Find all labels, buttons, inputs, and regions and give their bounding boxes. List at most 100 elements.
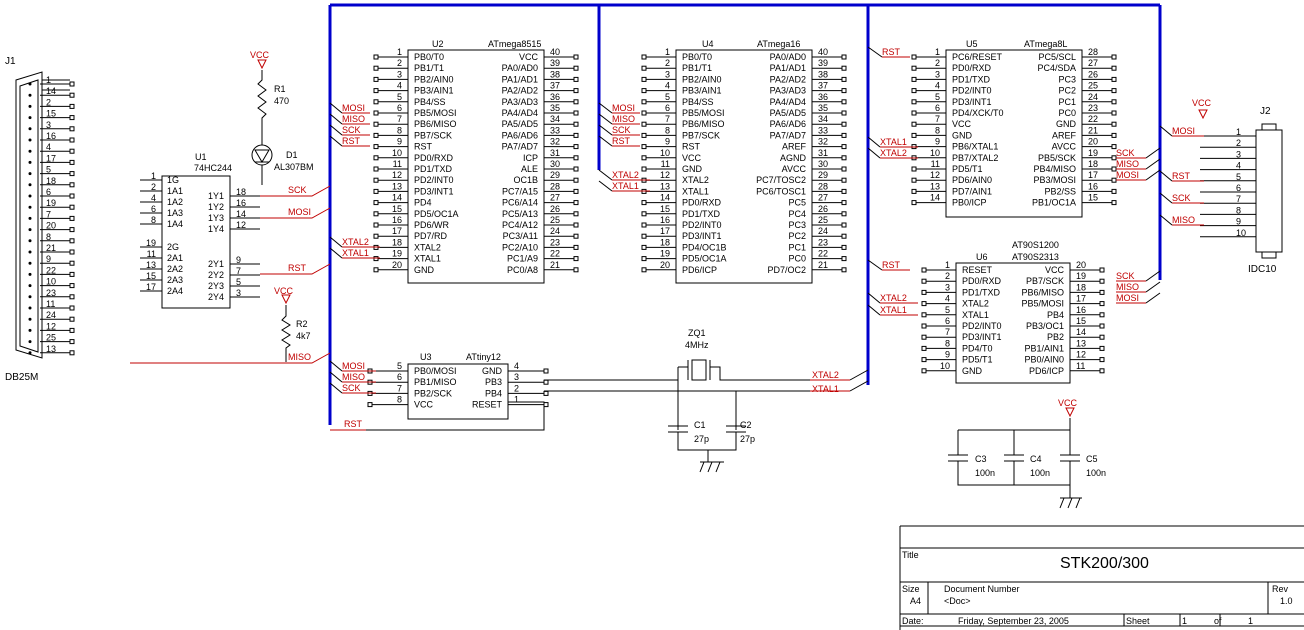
u4-pin-num: 2 (665, 58, 670, 68)
j2-pin-num: 10 (1236, 228, 1246, 238)
u5-pin-num: 20 (1088, 137, 1098, 147)
u2-pin-stub (373, 65, 379, 71)
j1-pin-stub (69, 126, 75, 132)
u2-pin-stub (573, 188, 579, 194)
u4-pin-label: GND (682, 164, 703, 174)
u5-pin-label: PC2 (1058, 86, 1076, 96)
u2-pin-num: 33 (550, 125, 560, 135)
u6-pin-label: PB5/MOSI (1021, 299, 1064, 309)
u2-pin-num: 15 (392, 204, 402, 214)
net-entry-line (1145, 158, 1161, 170)
net-entry-line (867, 304, 881, 316)
u2-pin-stub (373, 177, 379, 183)
u4-pin-label: PC1 (788, 242, 806, 252)
j1-pin-stub (69, 350, 75, 356)
j1-pin-num: 7 (46, 209, 51, 219)
u2-pin-stub (573, 65, 579, 71)
net-label-rst: RST (882, 260, 901, 270)
j1-pin-num: 10 (46, 277, 56, 287)
c3-val: 100n (975, 468, 995, 478)
u2-pin-label: PD4 (414, 198, 432, 208)
u5-pin-label: PB7/XTAL2 (952, 153, 998, 163)
u6-pin-stub (1099, 368, 1105, 374)
u6-pin-label: PD1/TXD (962, 287, 1001, 297)
j1-pin-contact (28, 228, 32, 232)
u6-pin-num: 4 (945, 294, 950, 304)
u2-pin-num: 19 (392, 249, 402, 259)
u4-pin-num: 33 (818, 125, 828, 135)
u3-pin-num: 2 (514, 383, 519, 393)
u3-pin-stub (543, 379, 549, 385)
u4-pin-num: 30 (818, 159, 828, 169)
u2-pin-num: 37 (550, 81, 560, 91)
zq1-val: 4MHz (685, 340, 709, 350)
net-label-sck: SCK (342, 383, 361, 393)
j1-pin-num: 16 (46, 131, 56, 141)
u2-pin-num: 5 (397, 92, 402, 102)
u4-pin-stub (641, 200, 647, 206)
u2-pin-label: PB7/SCK (414, 130, 452, 140)
u2-pin-num: 16 (392, 215, 402, 225)
u1-pin-label: 2A3 (167, 275, 183, 285)
j1-pin-num: 14 (46, 86, 56, 96)
net-entry-line (598, 113, 613, 125)
u2-pin-label: PA2/AD2 (502, 86, 538, 96)
u2-pin-label: PD2/INT0 (414, 175, 454, 185)
d1-val: AL307BM (274, 162, 314, 172)
u4-pin-label: PA0/AD0 (770, 52, 806, 62)
j2-pin-num: 4 (1236, 161, 1241, 171)
u5-pin-num: 24 (1088, 92, 1098, 102)
u3-pin-num: 4 (514, 361, 519, 371)
j1-pin-contact (28, 82, 32, 86)
u5-pin-label: PB4/MISO (1033, 164, 1076, 174)
u2-pin-num: 40 (550, 47, 560, 57)
u5-pin-num: 18 (1088, 159, 1098, 169)
u5-pin-label: PC4/SDA (1037, 63, 1076, 73)
u5-pin-stub (1111, 132, 1117, 138)
u4-pin-num: 13 (660, 181, 670, 191)
u5-pin-label: PC0 (1058, 108, 1076, 118)
u2-pin-num: 3 (397, 69, 402, 79)
u2-pin-num: 34 (550, 114, 560, 124)
u5-pin-stub (911, 110, 917, 116)
u5-pin-num: 26 (1088, 69, 1098, 79)
u4-pin-num: 23 (818, 237, 828, 247)
c2-val: 27p (740, 434, 755, 444)
u5-pin-label: PD0/RXD (952, 63, 992, 73)
u4-pin-stub (841, 144, 847, 150)
j1-pin-contact (28, 340, 32, 344)
u6-pin-label: VCC (1045, 265, 1065, 275)
u1-pin-label: 1Y4 (208, 224, 224, 234)
j1-connector: J1 DB25M 1142 15316417 5186197 20821922 1023… (5, 56, 75, 383)
u2-pin-num: 18 (392, 237, 402, 247)
u4-pin-label: PB3/AIN1 (682, 86, 722, 96)
u1-pin-label: 2Y2 (208, 270, 224, 280)
j1-pin-contact (28, 93, 32, 97)
j1-pin-num: 20 (46, 221, 56, 231)
u4-pin-stub (641, 267, 647, 273)
u4-pin-num: 31 (818, 148, 828, 158)
u4-pin-label: PA1/AD1 (770, 63, 806, 73)
u4-pin-num: 5 (665, 92, 670, 102)
u5-pin-stub (1111, 200, 1117, 206)
u2-pin-num: 35 (550, 103, 560, 113)
u3-rst-net: RST (344, 419, 363, 429)
u2-pin-num: 31 (550, 148, 560, 158)
u1-ref: U1 (195, 152, 207, 162)
net-label-mosi: MOSI (1116, 170, 1139, 180)
u5-pin-label: PD2/INT0 (952, 86, 992, 96)
u2-pin-stub (573, 99, 579, 105)
u6-pin-num: 7 (945, 327, 950, 337)
u4-pin-num: 8 (665, 125, 670, 135)
u2-pin-label: PA1/AD1 (502, 74, 538, 84)
u5-pin-label: PD4/XCK/T0 (952, 108, 1004, 118)
j1-pin-stub (69, 137, 75, 143)
u2-pin-label: PB0/T0 (414, 52, 444, 62)
net-entry-line (329, 124, 343, 136)
j2-name: IDC10 (1248, 264, 1277, 275)
decoupling-caps: VCC C3 100n C4 100n C5 100n (948, 398, 1106, 509)
u2-pin-label: XTAL2 (414, 242, 441, 252)
j1-pin-stub (69, 193, 75, 199)
u6-pin-num: 3 (945, 282, 950, 292)
r2-branch: VCC R2 4k7 (274, 286, 311, 362)
